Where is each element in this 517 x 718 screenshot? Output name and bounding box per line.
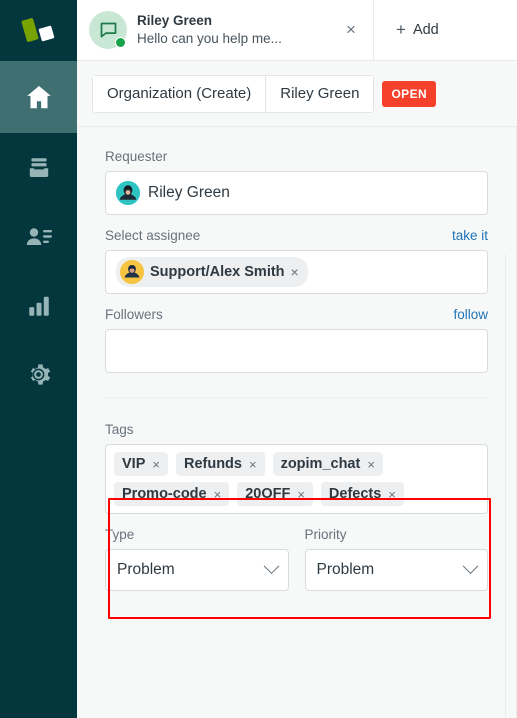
assignee-field-head: Select assignee take it: [105, 228, 488, 243]
main-column: Riley Green Hello can you help me... × +…: [77, 0, 517, 718]
assignee-remove-icon[interactable]: ×: [291, 264, 299, 280]
tag-remove-icon[interactable]: ×: [388, 487, 396, 502]
followers-field: Followers follow: [105, 307, 488, 373]
assignee-avatar: [120, 260, 144, 284]
close-icon[interactable]: ×: [339, 18, 363, 42]
primary-sidebar: [0, 0, 77, 718]
chevron-down-icon: [263, 557, 279, 574]
sidebar-item-home[interactable]: [0, 61, 77, 133]
plus-icon: +: [396, 20, 406, 39]
type-field-head: Type: [105, 527, 289, 542]
chevron-down-icon: [462, 557, 479, 574]
tag-chip[interactable]: Promo-code ×: [114, 482, 230, 506]
tag-label: Promo-code: [122, 486, 207, 502]
assignee-label: Select assignee: [105, 228, 201, 243]
followers-label: Followers: [105, 307, 163, 322]
tags-field-head: Tags: [105, 422, 488, 437]
assignee-field: Select assignee take it Support/Alex Smi…: [105, 228, 488, 294]
tab-chat-title: Riley Green: [137, 13, 213, 29]
zendesk-logo[interactable]: [0, 0, 77, 61]
tag-label: 20OFF: [245, 486, 291, 502]
add-tab-button[interactable]: + Add: [373, 0, 517, 60]
requester-field-head: Requester: [105, 149, 488, 164]
tag-chip[interactable]: Refunds ×: [175, 452, 265, 476]
type-select[interactable]: Problem: [105, 549, 289, 591]
sidebar-item-customers[interactable]: [0, 202, 77, 271]
tag-remove-icon[interactable]: ×: [249, 457, 257, 472]
tab-strip: Riley Green Hello can you help me... × +…: [77, 0, 517, 61]
online-status-dot: [115, 37, 126, 48]
assignee-pill[interactable]: Support/Alex Smith ×: [116, 257, 308, 287]
requester-value: Riley Green: [148, 184, 230, 201]
assignee-input[interactable]: Support/Alex Smith ×: [105, 250, 488, 294]
tags-field: Tags VIP × Refunds × zopim_chat × Promo-…: [105, 422, 488, 514]
customers-icon: [25, 224, 53, 250]
app-root: Riley Green Hello can you help me... × +…: [0, 0, 517, 718]
requester-input[interactable]: Riley Green: [105, 171, 488, 215]
priority-field-head: Priority: [305, 527, 489, 542]
ticket-properties-pane: Requester Riley Green Select assignee ta…: [77, 127, 517, 718]
followers-input[interactable]: [105, 329, 488, 373]
priority-select[interactable]: Problem: [304, 549, 488, 591]
home-icon: [24, 82, 54, 112]
tag-chip[interactable]: VIP ×: [114, 452, 168, 476]
priority-field: Priority Problem: [304, 527, 489, 591]
breadcrumb-item-requester[interactable]: Riley Green: [265, 75, 374, 112]
requester-label: Requester: [105, 149, 168, 164]
priority-value: Problem: [316, 561, 375, 578]
views-tray-icon: [26, 155, 52, 181]
followers-field-head: Followers follow: [105, 307, 488, 322]
type-priority-row: Type Problem Priority Problem: [105, 527, 488, 591]
sidebar-item-reporting[interactable]: [0, 271, 77, 340]
tags-label: Tags: [105, 422, 134, 437]
properties-upper-section: Requester Riley Green Select assignee ta…: [77, 127, 516, 398]
tag-chip[interactable]: Defects ×: [320, 482, 404, 506]
type-label: Type: [105, 527, 135, 542]
type-field: Type Problem: [105, 527, 289, 591]
tag-label: VIP: [122, 456, 146, 472]
priority-label: Priority: [304, 527, 347, 542]
requester-field: Requester Riley Green: [105, 149, 488, 215]
tab-chat-riley-green[interactable]: Riley Green Hello can you help me... ×: [77, 0, 373, 60]
take-it-link[interactable]: take it: [452, 228, 488, 243]
tag-chip[interactable]: zopim_chat ×: [272, 452, 383, 476]
scroll-gutter[interactable]: [505, 254, 516, 718]
add-tab-label: Add: [412, 22, 439, 38]
type-value: Problem: [117, 561, 175, 578]
tag-label: zopim_chat: [280, 456, 361, 472]
tag-remove-icon[interactable]: ×: [214, 487, 222, 502]
tag-chip[interactable]: 20OFF ×: [237, 482, 313, 506]
tab-chat-subtitle: Hello can you help me...: [137, 30, 282, 46]
breadcrumb-segments: Organization (Create) Riley Green: [92, 74, 375, 113]
properties-lower-section: Tags VIP × Refunds × zopim_chat × Promo-…: [77, 398, 516, 591]
sidebar-item-views[interactable]: [0, 133, 77, 202]
status-badge: OPEN: [382, 80, 437, 107]
bar-chart-icon: [26, 293, 52, 319]
requester-avatar: [116, 181, 140, 205]
tag-label: Refunds: [183, 456, 242, 472]
follow-link[interactable]: follow: [453, 307, 488, 322]
tags-input[interactable]: VIP × Refunds × zopim_chat × Promo-code …: [105, 444, 488, 514]
tag-remove-icon[interactable]: ×: [367, 457, 375, 472]
breadcrumb: Organization (Create) Riley Green OPEN: [77, 61, 517, 127]
tag-remove-icon[interactable]: ×: [297, 487, 305, 502]
chat-bubble-icon: [89, 11, 127, 49]
breadcrumb-item-organization[interactable]: Organization (Create): [93, 75, 266, 112]
tab-chat-text: Riley Green Hello can you help me...: [137, 13, 329, 46]
assignee-value: Support/Alex Smith: [150, 264, 285, 280]
tag-label: Defects: [328, 486, 382, 502]
tag-remove-icon[interactable]: ×: [152, 457, 160, 472]
sidebar-item-settings[interactable]: [0, 340, 77, 409]
gear-icon: [25, 361, 52, 388]
